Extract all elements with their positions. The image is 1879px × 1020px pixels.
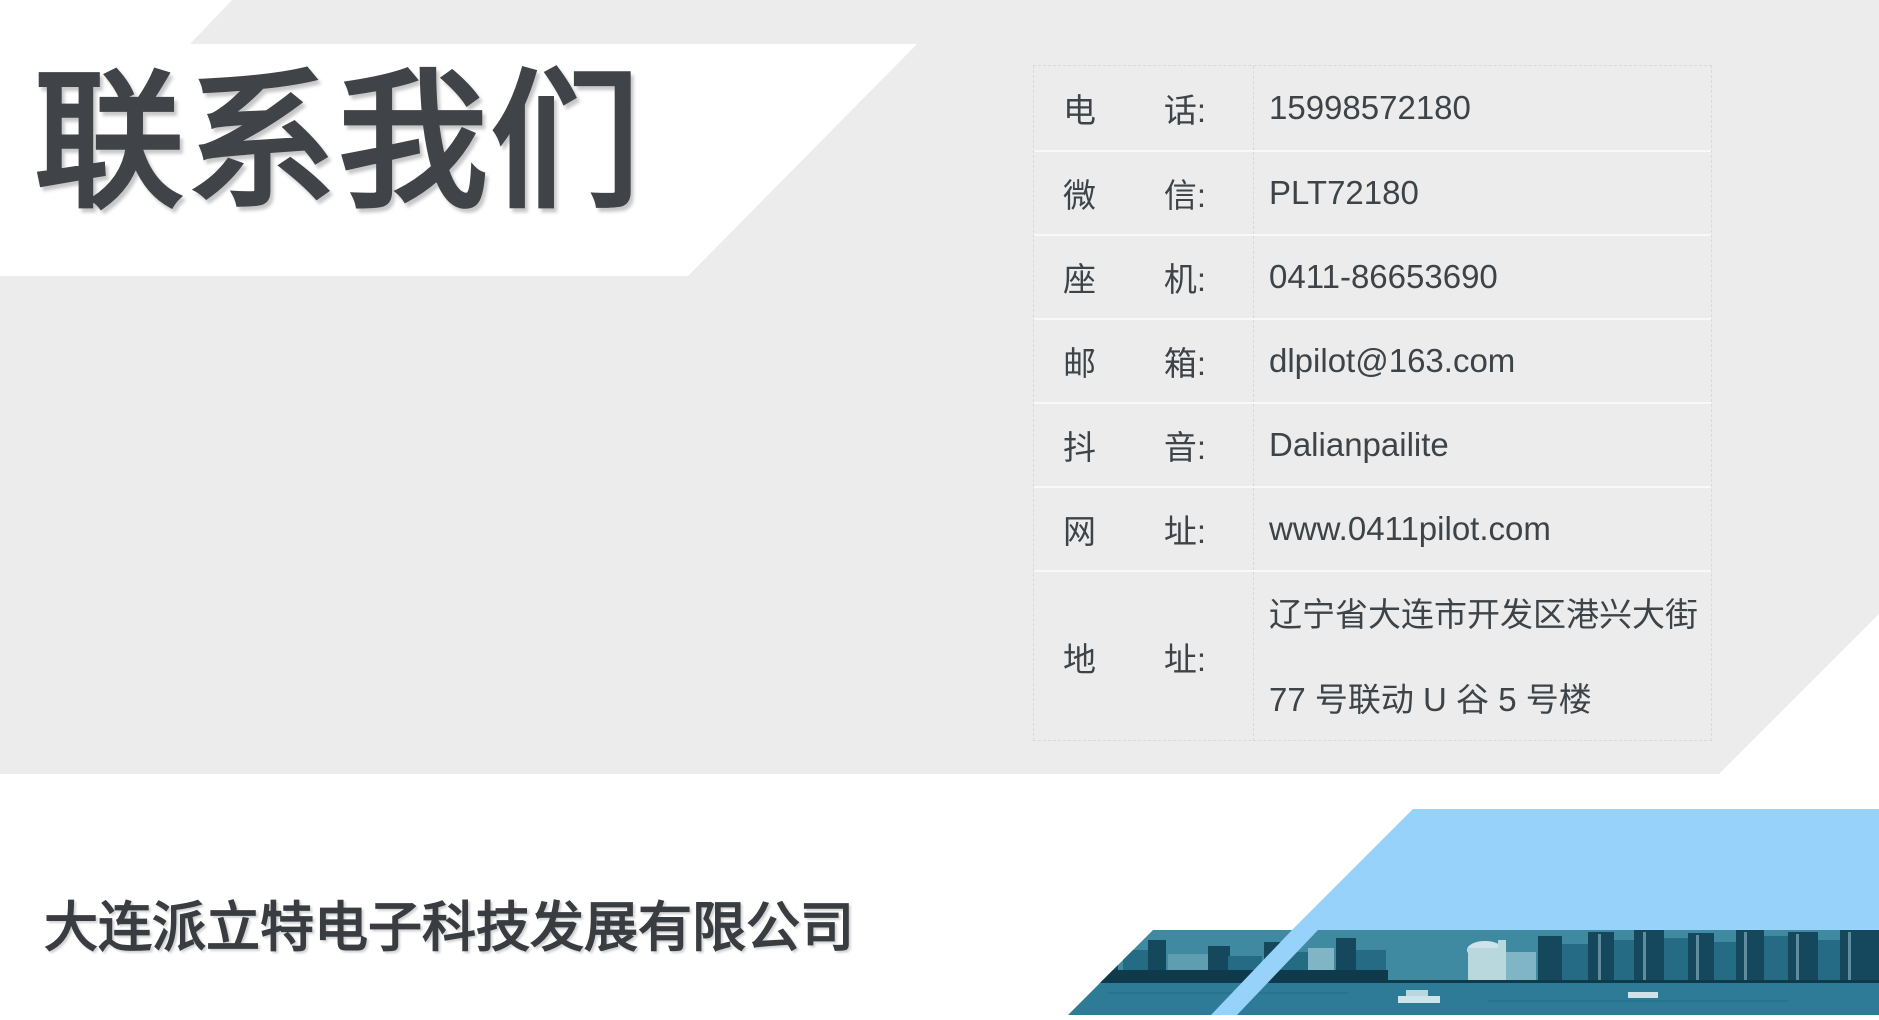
- row-label: 地 址:: [1034, 572, 1254, 741]
- table-row-email: 邮 箱: dlpilot@163.com: [1034, 318, 1711, 402]
- label-char: 座: [1063, 253, 1096, 301]
- label-char: 话:: [1164, 84, 1206, 132]
- table-row-landline: 座 机: 0411-86653690: [1034, 234, 1711, 318]
- table-row-douyin: 抖 音: Dalianpailite: [1034, 402, 1711, 486]
- landline-value: 0411-86653690: [1254, 236, 1711, 318]
- label-char: 址:: [1164, 505, 1206, 553]
- page-title: 联系我们: [34, 60, 934, 230]
- row-label: 抖 音:: [1034, 404, 1254, 486]
- label-char: 机:: [1164, 253, 1206, 301]
- row-label: 微 信:: [1034, 152, 1254, 234]
- address-line-1: 辽宁省大连市开发区港兴大街: [1269, 572, 1698, 657]
- label-char: 箱:: [1164, 337, 1206, 385]
- row-label: 网 址:: [1034, 488, 1254, 570]
- contact-table: 电 话: 15998572180 微 信: PLT72180 座 机:: [1033, 65, 1712, 741]
- row-label: 邮 箱:: [1034, 320, 1254, 402]
- label-char: 音:: [1164, 421, 1206, 469]
- label-char: 微: [1063, 169, 1096, 217]
- row-label: 座 机:: [1034, 236, 1254, 318]
- label-char: 信:: [1164, 169, 1206, 217]
- table-row-phone: 电 话: 15998572180: [1034, 66, 1711, 150]
- email-value: dlpilot@163.com: [1254, 320, 1711, 402]
- slide-canvas: 联系我们 电 话: 15998572180 微 信: PLT72180: [0, 0, 1879, 1015]
- phone-value: 15998572180: [1254, 66, 1711, 150]
- douyin-value: Dalianpailite: [1254, 404, 1711, 486]
- label-char: 电: [1063, 84, 1096, 132]
- table-row-address: 地 址: 辽宁省大连市开发区港兴大街 77 号联动 U 谷 5 号楼: [1034, 570, 1711, 741]
- label-char: 网: [1063, 505, 1096, 553]
- website-value: www.0411pilot.com: [1254, 488, 1711, 570]
- table-row-wechat: 微 信: PLT72180: [1034, 150, 1711, 234]
- table-row-website: 网 址: www.0411pilot.com: [1034, 486, 1711, 570]
- label-char: 址:: [1164, 633, 1206, 681]
- row-label: 电 话:: [1034, 66, 1254, 150]
- label-char: 邮: [1063, 337, 1096, 385]
- address-line-2: 77 号联动 U 谷 5 号楼: [1269, 657, 1592, 742]
- company-name: 大连派立特电子科技发展有限公司: [44, 896, 854, 960]
- label-char: 地: [1063, 633, 1096, 681]
- boat-icon: [1628, 992, 1658, 998]
- label-char: 抖: [1063, 421, 1096, 469]
- wechat-value: PLT72180: [1254, 152, 1711, 234]
- address-value: 辽宁省大连市开发区港兴大街 77 号联动 U 谷 5 号楼: [1254, 572, 1711, 741]
- skyline-graphic: [1068, 930, 1879, 1015]
